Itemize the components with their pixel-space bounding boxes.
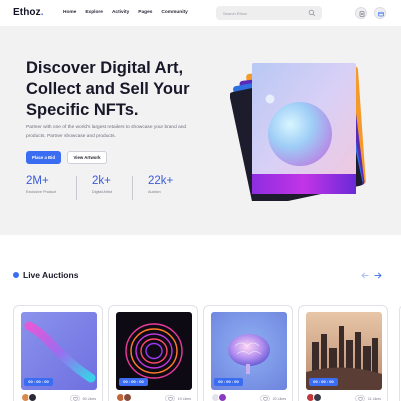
like-button[interactable] (164, 395, 175, 401)
auction-image[interactable]: 00 : 00 : 00 (306, 312, 382, 390)
art-small-sphere (265, 94, 275, 104)
nav-explore[interactable]: Explore (85, 10, 103, 15)
wallet-button[interactable] (374, 7, 386, 19)
auction-card[interactable]: 00 : 00 : 00 11 Likes (298, 305, 388, 401)
nav-pages[interactable]: Pages (138, 10, 152, 15)
arrow-right-icon[interactable] (374, 272, 382, 279)
countdown-timer: 00 : 00 : 00 (214, 378, 243, 386)
search-input[interactable]: Search Ethoz (216, 6, 322, 20)
auction-card[interactable]: 00 : 00 : 00 19 Likes (108, 305, 198, 401)
stat-artists: 2k+ Digital Artist (92, 175, 113, 194)
auction-image[interactable]: 00 : 00 : 00 (21, 312, 97, 390)
view-artwork-button[interactable]: View Artwork (67, 151, 107, 164)
avatar[interactable] (28, 393, 37, 401)
nav-community[interactable]: Community (161, 10, 187, 15)
countdown-timer: 00 : 00 : 00 (119, 378, 148, 386)
owner-avatars (116, 393, 132, 401)
document-button[interactable] (355, 7, 367, 19)
search-placeholder: Search Ethoz (223, 10, 248, 16)
like-button[interactable] (259, 395, 270, 401)
auction-card[interactable]: 00 : 00 : 00 50 Likes (13, 305, 103, 401)
section-title: Live Auctions (23, 270, 79, 280)
stat-divider (76, 176, 77, 200)
owner-avatars (211, 393, 227, 401)
heart-icon (358, 397, 364, 401)
nav-activity[interactable]: Activity (112, 10, 129, 15)
likes-count: 20 Likes (259, 395, 286, 401)
hero-description: Partner with one of the world's largest … (26, 125, 187, 139)
auction-card[interactable]: 00 : 00 : 00 20 Likes (203, 305, 293, 401)
place-bid-button[interactable]: Place a Bid (26, 151, 61, 164)
like-button[interactable] (69, 395, 80, 401)
heart-icon (73, 397, 78, 401)
stat-divider (132, 176, 133, 200)
wallet-icon (378, 11, 384, 17)
auction-image[interactable]: 00 : 00 : 00 (116, 312, 192, 390)
countdown-timer: 00 : 00 : 00 (309, 378, 338, 386)
front-card-bottom-band (252, 174, 356, 194)
owner-avatars (306, 393, 322, 401)
likes-count: 50 Likes (69, 395, 96, 401)
avatar[interactable] (313, 393, 322, 401)
live-indicator-dot (13, 272, 19, 278)
document-icon (359, 11, 365, 17)
site-logo[interactable]: Ethoz. (13, 7, 44, 18)
art-sphere (268, 102, 332, 166)
likes-count: 11 Likes (354, 395, 381, 401)
main-nav: Home Explore Activity Pages Community (63, 10, 188, 15)
avatar[interactable] (123, 393, 132, 401)
avatar[interactable] (218, 393, 227, 401)
heart-icon (263, 397, 268, 401)
hero-artwork-stack (230, 63, 366, 201)
nav-home[interactable]: Home (63, 10, 76, 15)
stat-auctions: 22k+ Auction (148, 175, 174, 194)
heart-icon (168, 397, 173, 401)
like-button[interactable] (354, 395, 365, 401)
countdown-timer: 00 : 00 : 00 (24, 378, 53, 386)
auction-image[interactable]: 00 : 00 : 00 (211, 312, 287, 390)
likes-count: 19 Likes (164, 395, 191, 401)
hero-title: Discover Digital Art, Collect and Sell Y… (26, 59, 190, 119)
owner-avatars (21, 393, 37, 401)
arrow-left-icon[interactable] (361, 272, 369, 279)
search-icon[interactable] (308, 9, 316, 17)
stat-products: 2M+ Exclusive Product (26, 175, 57, 194)
top-header: Ethoz. Home Explore Activity Pages Commu… (0, 0, 401, 26)
